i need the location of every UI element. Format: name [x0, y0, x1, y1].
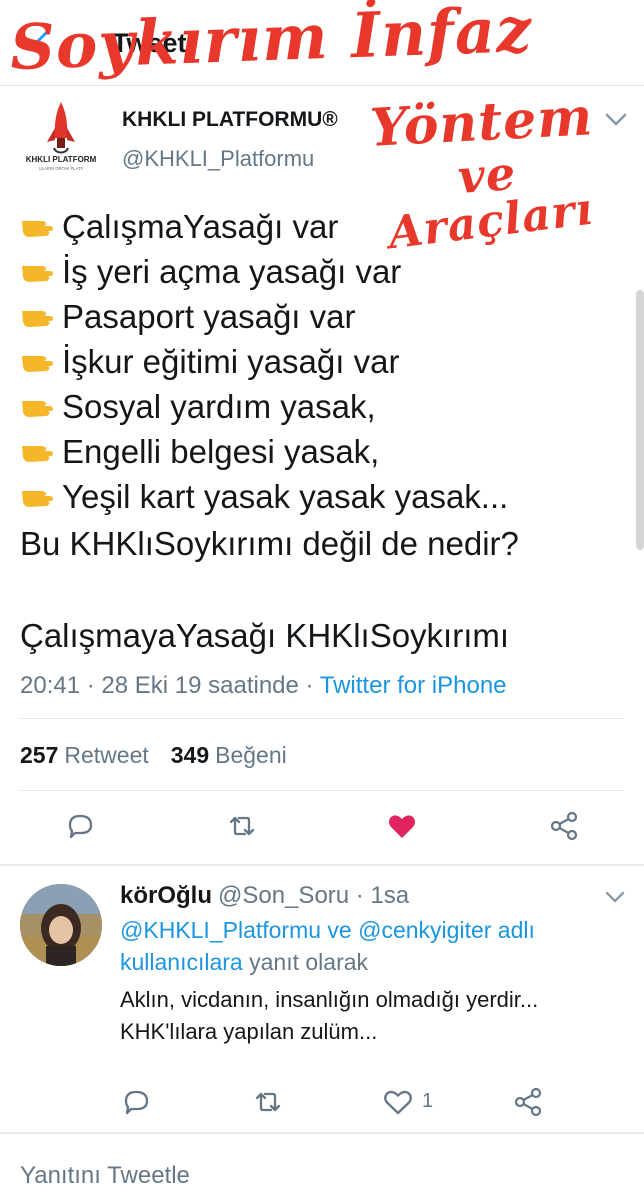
- like-stat[interactable]: 349 Beğeni: [171, 742, 287, 768]
- author-name[interactable]: KHKLI PLATFORMU®: [122, 108, 338, 132]
- retweet-stat[interactable]: 257 Retweet: [20, 742, 149, 768]
- retweet-icon[interactable]: [226, 810, 258, 842]
- tweet-text: ÇalışmaYasağı var İş yeri açma yasağı va…: [20, 204, 620, 519]
- heart-filled-icon[interactable]: [386, 810, 418, 842]
- reply-author-name[interactable]: körOğlu: [120, 882, 212, 909]
- tweet-line: İş yeri açma yasağı var: [20, 249, 620, 294]
- pointing-hand-icon: [20, 297, 56, 327]
- tweet-line: Yeşil kart yasak yasak yasak...: [20, 474, 620, 519]
- timestamp: 20:41 · 28 Eki 19 saatinde ·: [20, 672, 320, 699]
- mention-link[interactable]: @KHKLI_Platformu: [120, 917, 321, 943]
- source-link[interactable]: Twitter for iPhone: [320, 672, 507, 699]
- tweet-question: Bu KHKlıSoykırımı değil de nedir?: [20, 525, 519, 562]
- handwritten-annotation: ve: [456, 146, 518, 204]
- tweet-line: İşkur eğitimi yasağı var: [20, 339, 620, 384]
- reply-handle-time[interactable]: @Son_Soru · 1sa: [218, 882, 409, 909]
- pointing-hand-icon: [20, 477, 56, 507]
- reply-input-placeholder[interactable]: Yanıtını Tweetle: [20, 1162, 190, 1190]
- author-avatar[interactable]: KHKLI PLATFORM ULARIN ORTAK PLATF: [20, 98, 102, 180]
- pointing-hand-icon: [20, 207, 56, 237]
- logo-text: KHKLI PLATFORM: [26, 155, 97, 164]
- tweet-line: Engelli belgesi yasak,: [20, 429, 620, 474]
- pointing-hand-icon: [20, 252, 56, 282]
- tweet-line: Sosyal yardım yasak,: [20, 384, 620, 429]
- retweet-icon[interactable]: [252, 1086, 281, 1114]
- reply-composer[interactable]: Yanıtını Tweetle: [0, 1132, 644, 1200]
- logo-subtext: ULARIN ORTAK PLATF: [39, 166, 84, 171]
- divider: [20, 790, 624, 791]
- heart-icon[interactable]: [382, 1086, 412, 1115]
- engagement-stats: 257 Retweet 349 Beğeni: [20, 742, 287, 769]
- reply-header: körOğlu @Son_Soru · 1sa: [120, 882, 409, 910]
- author-handle[interactable]: @KHKLI_Platformu: [122, 146, 314, 172]
- reply-avatar[interactable]: [20, 884, 102, 966]
- tweet-line: ÇalışmaYasağı var: [20, 204, 620, 249]
- reply-icon[interactable]: [120, 1086, 149, 1115]
- page-title: Tweet: [112, 28, 187, 58]
- back-arrow-icon[interactable]: [28, 26, 58, 56]
- section-divider: [0, 864, 644, 866]
- chevron-down-icon[interactable]: [604, 112, 628, 128]
- reply-text: Aklın, vicdanın, insanlığın olmadığı yer…: [120, 987, 539, 1044]
- divider: [20, 718, 624, 719]
- reply-like-count: 1: [422, 1090, 434, 1112]
- share-icon[interactable]: [548, 810, 580, 842]
- top-bar: Tweet: [0, 0, 644, 86]
- share-icon[interactable]: [512, 1086, 542, 1117]
- pointing-hand-icon: [20, 387, 56, 417]
- chevron-down-icon[interactable]: [604, 890, 626, 904]
- tweet-hashtags: ÇalışmayaYasağı KHKlıSoykırımı: [20, 617, 510, 654]
- tweet-meta: 20:41 · 28 Eki 19 saatinde · Twitter for…: [20, 672, 507, 700]
- scrollbar[interactable]: [636, 290, 644, 550]
- pointing-hand-icon: [20, 432, 56, 462]
- tweet-line: Pasaport yasağı var: [20, 294, 620, 339]
- pointing-hand-icon: [20, 342, 56, 372]
- reply-icon[interactable]: [64, 810, 96, 842]
- reply-context: @KHKLI_Platformu ve @cenkyigiter adlı ku…: [120, 917, 535, 975]
- handwritten-annotation: Yöntem: [368, 86, 595, 159]
